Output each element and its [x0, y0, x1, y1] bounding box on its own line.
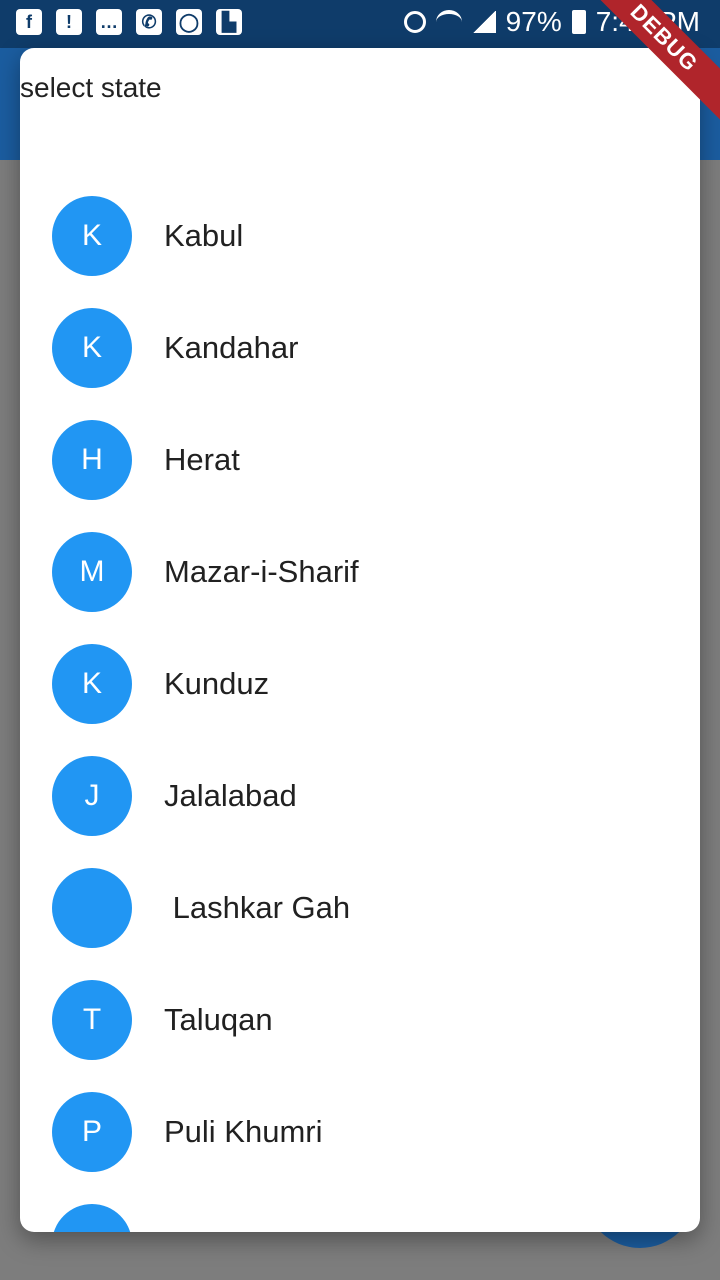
whatsapp-icon: ◯ — [176, 9, 202, 35]
battery-icon — [571, 10, 586, 34]
state-name: Lashkar Gah — [164, 890, 351, 925]
state-avatar: J — [52, 756, 132, 836]
state-list-item[interactable]: Lashkar Gah — [20, 868, 700, 980]
state-list-item[interactable]: H Herat — [20, 420, 700, 532]
battery-percentage: 97% — [505, 6, 562, 37]
state-avatar: M — [52, 532, 132, 612]
state-avatar — [52, 1204, 132, 1232]
state-name: Puli Khumri — [164, 1114, 323, 1149]
alarm-icon — [403, 11, 426, 33]
facebook-icon: f — [16, 9, 42, 35]
warning-icon: ! — [56, 9, 82, 35]
state-list-item[interactable]: K Kunduz — [20, 644, 700, 756]
notification-icons: f ! … ✆ ◯ ▙ — [16, 9, 242, 35]
state-list-item[interactable]: T Taluqan — [20, 980, 700, 1092]
state-avatar: H — [52, 420, 132, 500]
state-list-item[interactable]: K Kabul — [20, 196, 700, 308]
message-icon: … — [96, 9, 122, 35]
state-list-item[interactable]: J Jalalabad — [20, 756, 700, 868]
missed-call-icon: ✆ — [136, 9, 162, 35]
wifi-icon — [435, 10, 462, 34]
select-state-dialog: select state K Kabul K Kandahar H Herat M Mazar… — [20, 48, 700, 1232]
state-list: K Kabul K Kandahar H Herat M Mazar-i-Sharif K Kun… — [20, 196, 700, 1232]
state-list-item[interactable]: P Puli Khumri — [20, 1092, 700, 1204]
state-avatar: P — [52, 1092, 132, 1172]
state-name: Kabul — [164, 218, 244, 253]
state-name: Mazar-i-Sharif — [164, 554, 359, 589]
state-name: Kandahar — [164, 330, 299, 365]
state-list-item[interactable]: K Kandahar — [20, 308, 700, 420]
state-avatar: T — [52, 980, 132, 1060]
flipboard-icon: ▙ — [216, 9, 242, 35]
dialog-title: select state — [20, 72, 162, 103]
state-avatar — [52, 868, 132, 948]
signal-icon — [471, 11, 496, 33]
state-list-item[interactable]: M Mazar-i-Sharif — [20, 532, 700, 644]
state-name: Taluqan — [164, 1002, 273, 1037]
state-name: Kunduz — [164, 666, 270, 701]
state-avatar: K — [52, 644, 132, 724]
state-name: Herat — [164, 442, 240, 477]
state-avatar: K — [52, 196, 132, 276]
state-name: Jalalabad — [164, 778, 297, 813]
state-avatar: K — [52, 308, 132, 388]
state-list-item[interactable] — [20, 1204, 700, 1232]
